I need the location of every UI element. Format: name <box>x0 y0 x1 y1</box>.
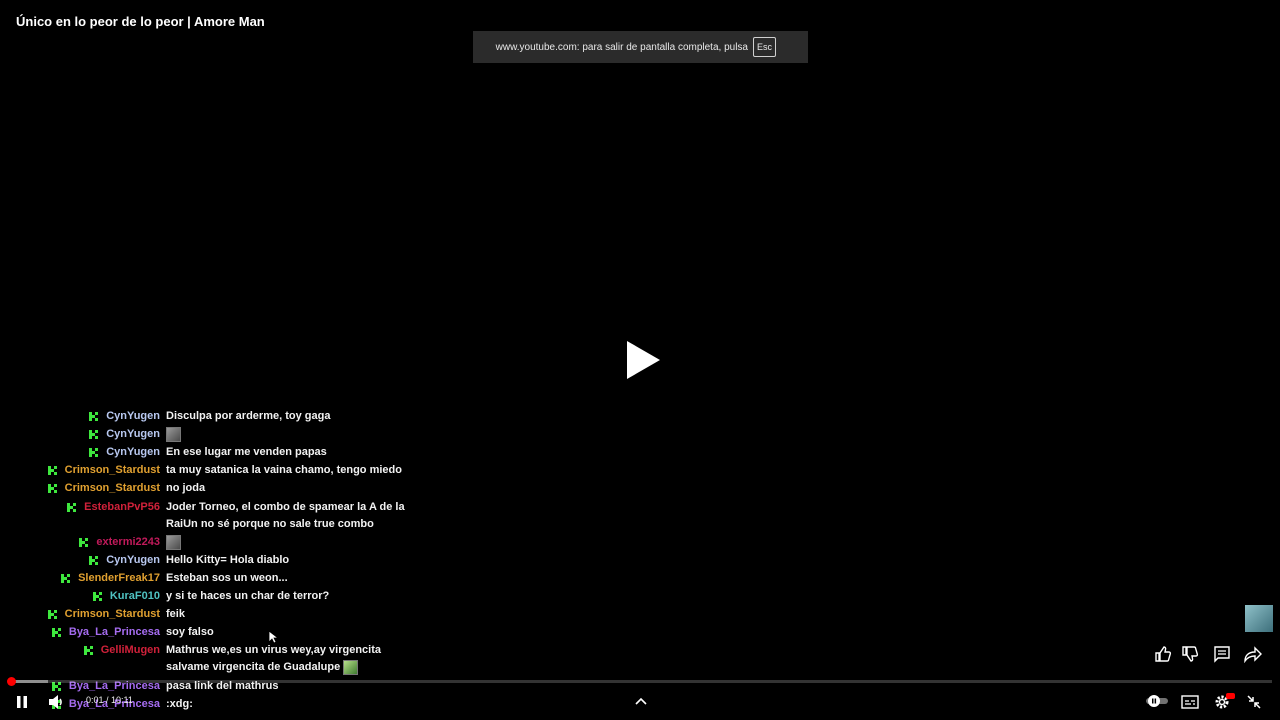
chat-badge-icon <box>89 412 99 421</box>
toast-message: www.youtube.com: para salir de pantalla … <box>495 41 748 53</box>
chat-username: CynYugen <box>106 428 160 440</box>
exit-fullscreen-icon[interactable] <box>1246 694 1262 710</box>
chat-text: Esteban sos un weon... <box>166 572 288 584</box>
chat-username: Crimson_Stardust <box>64 608 160 620</box>
thumbs-down-icon[interactable] <box>1181 645 1199 663</box>
chat-username: extermi2243 <box>96 536 160 548</box>
chat-badge-icon <box>89 448 99 457</box>
chat-username: CynYugen <box>106 446 160 458</box>
chat-badge-icon <box>79 538 89 547</box>
gear-icon[interactable] <box>1212 692 1236 712</box>
scrubber-handle[interactable] <box>7 677 16 686</box>
chat-text <box>166 426 406 443</box>
chat-text: feik <box>166 608 185 620</box>
chat-text: Joder Torneo, el combo de spamear la A d… <box>166 501 405 530</box>
chat-badge-icon <box>47 466 57 475</box>
chat-username: Bya_La_Princesa <box>68 626 160 638</box>
chat-username: SlenderFreak17 <box>78 572 160 584</box>
chat-badge-icon <box>61 574 71 583</box>
chat-text: Disculpa por arderme, toy gaga <box>166 410 331 422</box>
chat-username: GelliMugen <box>100 644 160 656</box>
chat-username: EstebanPvP56 <box>84 501 160 513</box>
chat-message: GelliMugen Mathrus we,es un virus wey,ay… <box>0 642 406 676</box>
chat-message: Crimson_Stardust ta muy satanica la vain… <box>0 462 406 479</box>
chat-message: KuraF010 y si te haces un char de terror… <box>0 588 406 605</box>
chat-text: no joda <box>166 482 206 494</box>
time-separator: / <box>103 695 112 705</box>
chat-message: CynYugen En ese lugar me venden papas <box>0 444 406 461</box>
chat-emote-icon <box>166 534 181 550</box>
chat-badge-icon <box>89 556 99 565</box>
progress-bar[interactable] <box>7 677 1272 686</box>
video-title[interactable]: Único en lo peor de lo peor | Amore Man <box>16 14 265 29</box>
chat-message: CynYugen <box>0 426 406 443</box>
chat-text: ta muy satanica la vaina chamo, tengo mi… <box>166 464 402 476</box>
duration: 10:11 <box>111 695 133 705</box>
chat-badge-icon <box>47 610 57 619</box>
captions-icon[interactable] <box>1181 694 1199 710</box>
share-icon[interactable] <box>1244 645 1262 663</box>
chat-badge-icon <box>67 503 77 512</box>
pause-icon[interactable] <box>14 694 30 710</box>
thumbs-up-icon[interactable] <box>1154 645 1172 663</box>
chat-username: CynYugen <box>106 410 160 422</box>
chat-message: CynYugen Disculpa por arderme, toy gaga <box>0 408 406 425</box>
chat-text: En ese lugar me venden papas <box>166 446 327 458</box>
chat-text <box>166 534 406 551</box>
chat-message: CynYugen Hello Kitty= Hola diablo <box>0 552 406 569</box>
autoplay-toggle-icon[interactable] <box>1145 694 1169 708</box>
play-icon[interactable] <box>620 338 664 382</box>
chat-username: KuraF010 <box>109 590 160 602</box>
chat-message: EstebanPvP56 Joder Torneo, el combo de s… <box>0 499 406 533</box>
volume-icon[interactable] <box>48 694 66 710</box>
esc-key-badge: Esc <box>752 37 776 57</box>
chat-badge-icon <box>51 682 61 691</box>
chevron-up-icon[interactable] <box>633 694 649 708</box>
chat-message: Crimson_Stardust no joda <box>0 480 406 497</box>
time-display: 0:01 / 10:11 <box>86 695 133 705</box>
chat-text: y si te haces un char de terror? <box>166 590 330 602</box>
mouse-cursor-icon <box>268 630 278 644</box>
chat-username: CynYugen <box>106 554 160 566</box>
chat-message: SlenderFreak17 Esteban sos un weon... <box>0 570 406 587</box>
chat-message: Bya_La_Princesa soy falso <box>0 624 406 641</box>
chat-badge-icon <box>51 628 61 637</box>
chat-badge-icon <box>92 592 102 601</box>
chat-text: soy falso <box>166 626 214 638</box>
chat-badge-icon <box>89 430 99 439</box>
chat-text: :xdg: <box>166 698 193 710</box>
chat-badge-icon <box>47 484 57 493</box>
channel-avatar[interactable] <box>1245 605 1273 632</box>
current-time: 0:01 <box>86 695 104 705</box>
chat-message: Crimson_Stardust feik <box>0 606 406 623</box>
chat-text: Mathrus we,es un virus wey,ay virgencita… <box>166 642 406 676</box>
chat-emote-icon <box>166 426 181 442</box>
chat-text: Hello Kitty= Hola diablo <box>166 554 290 566</box>
chat-message: extermi2243 <box>0 534 406 551</box>
chat-emote-icon <box>343 659 359 675</box>
fullscreen-exit-toast: www.youtube.com: para salir de pantalla … <box>473 31 808 63</box>
chat-username: Crimson_Stardust <box>64 464 160 476</box>
chat-badge-icon <box>83 646 93 655</box>
comment-icon[interactable] <box>1213 645 1231 663</box>
chat-username: Crimson_Stardust <box>64 482 160 494</box>
